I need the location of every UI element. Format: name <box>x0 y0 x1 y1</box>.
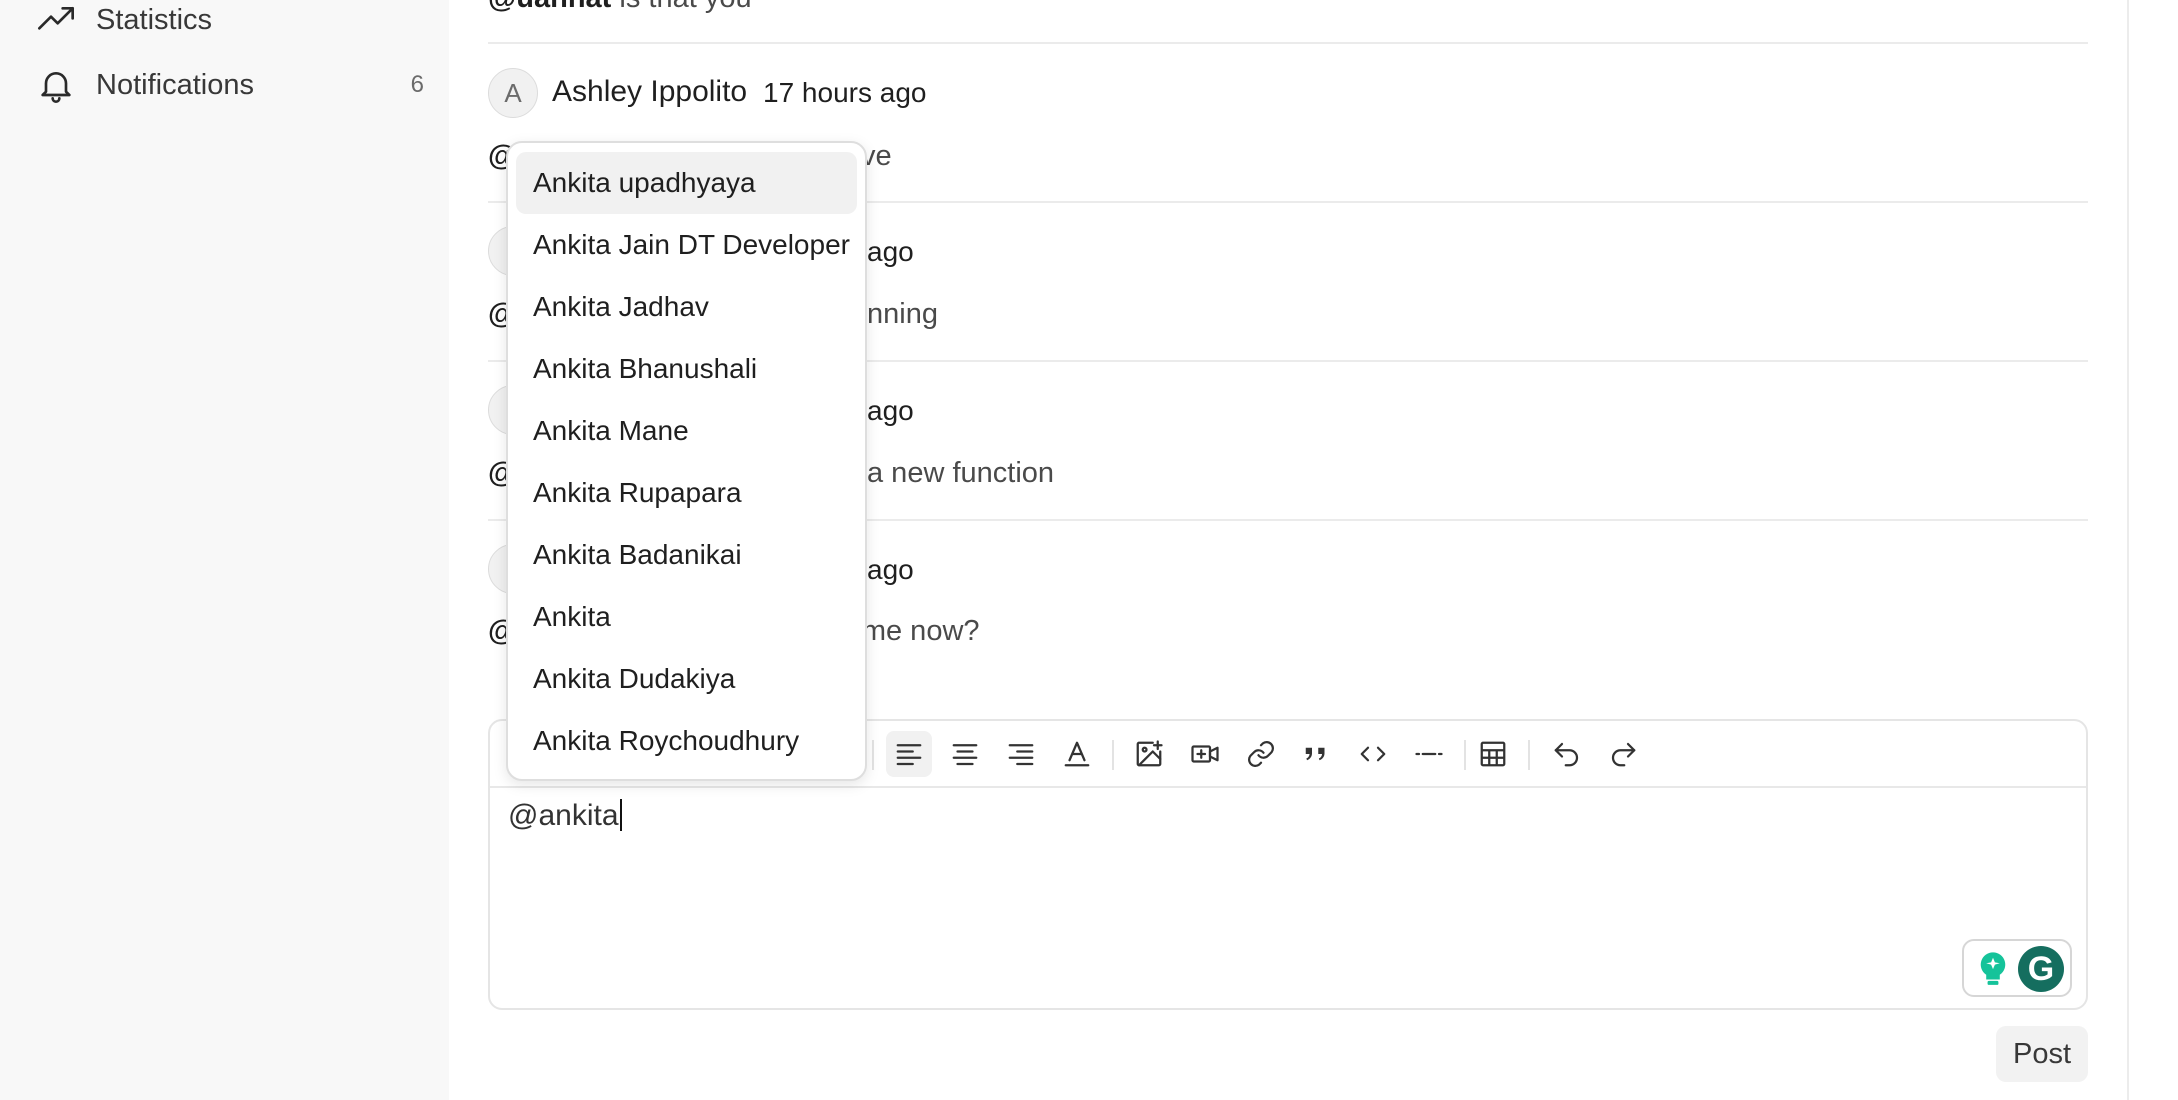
comment-text-visible: nning <box>867 298 938 330</box>
toolbar-separator <box>1464 740 1466 770</box>
mention-option[interactable]: Ankita Rupapara <box>516 462 857 524</box>
video-plus-icon <box>1191 745 1219 763</box>
align-left-button[interactable] <box>886 731 932 777</box>
toolbar-separator <box>1112 740 1114 770</box>
align-right-button[interactable] <box>998 731 1044 777</box>
comment-time: 17 hours ago <box>763 77 927 108</box>
mention-option[interactable]: Ankita Roychoudhury <box>516 710 857 772</box>
redo-icon <box>1611 742 1636 767</box>
mention-option[interactable]: Ankita upadhyaya <box>516 152 857 214</box>
undo-button[interactable] <box>1544 731 1590 777</box>
mention-option[interactable]: Ankita Jadhav <box>516 276 857 338</box>
font-color-button[interactable] <box>1054 731 1100 777</box>
toolbar-separator <box>872 740 874 770</box>
sidebar-item-notifications[interactable]: Notifications 6 <box>34 57 424 113</box>
trending-up-icon <box>34 0 78 42</box>
comment-time: ago <box>867 236 914 267</box>
comment-time: ago <box>867 554 914 585</box>
avatar[interactable]: A <box>488 68 538 118</box>
post-button[interactable]: Post <box>1996 1026 2088 1082</box>
mention-option[interactable]: Ankita Badanikai <box>516 524 857 586</box>
comment-text-visible: a new function <box>867 457 1055 489</box>
comment-divider <box>488 42 2088 44</box>
sidebar-item-statistics[interactable]: Statistics <box>34 0 424 48</box>
notification-count: 6 <box>410 71 424 98</box>
horizontal-rule-button[interactable] <box>1406 731 1452 777</box>
comment-input[interactable]: @ankita <box>508 799 622 833</box>
mention-option[interactable]: Ankita Dudakiya <box>516 648 857 710</box>
align-left-icon <box>896 744 922 766</box>
font-color-icon <box>1064 741 1090 767</box>
insert-video-button[interactable] <box>1182 731 1228 777</box>
comment-author[interactable]: Ashley Ippolito <box>552 75 747 109</box>
grammarly-widget[interactable]: G <box>1962 939 2072 997</box>
insert-image-button[interactable] <box>1126 731 1172 777</box>
table-icon <box>1480 741 1506 767</box>
comment-time: ago <box>867 395 914 426</box>
toolbar-separator <box>1528 740 1530 770</box>
quote-icon <box>1305 747 1325 761</box>
redo-button[interactable] <box>1600 731 1646 777</box>
mention-suggestions: Ankita upadhyaya Ankita Jain DT Develope… <box>506 141 867 781</box>
code-button[interactable] <box>1350 731 1396 777</box>
undo-icon <box>1554 742 1579 767</box>
sidebar: Statistics Notifications 6 <box>0 0 449 1100</box>
page-edge-divider <box>2127 0 2129 1100</box>
sidebar-item-label: Statistics <box>96 3 213 36</box>
image-plus-icon <box>1136 740 1163 767</box>
align-center-icon <box>952 744 978 766</box>
mention-option[interactable]: Ankita Bhanushali <box>516 338 857 400</box>
blockquote-button[interactable] <box>1294 731 1340 777</box>
insert-table-button[interactable] <box>1470 731 1516 777</box>
mention-option[interactable]: Ankita Mane <box>516 400 857 462</box>
link-icon <box>1248 741 1274 767</box>
horizontal-rule-icon <box>1415 752 1443 756</box>
align-right-icon <box>1008 744 1034 766</box>
mention-option[interactable]: Ankita Jain DT Developer <box>516 214 857 276</box>
mention: @uannat <box>488 0 611 14</box>
bell-icon <box>34 63 78 107</box>
lightbulb-icon <box>1980 952 2006 985</box>
comment-text: @uannat is that you <box>488 0 752 15</box>
sidebar-item-label: Notifications <box>96 68 254 101</box>
code-icon <box>1360 746 1386 762</box>
insert-link-button[interactable] <box>1238 731 1284 777</box>
mention-option[interactable]: Ankita <box>516 586 857 648</box>
text-caret <box>619 799 622 831</box>
align-center-button[interactable] <box>942 731 988 777</box>
grammarly-icon[interactable]: G <box>2018 946 2064 992</box>
